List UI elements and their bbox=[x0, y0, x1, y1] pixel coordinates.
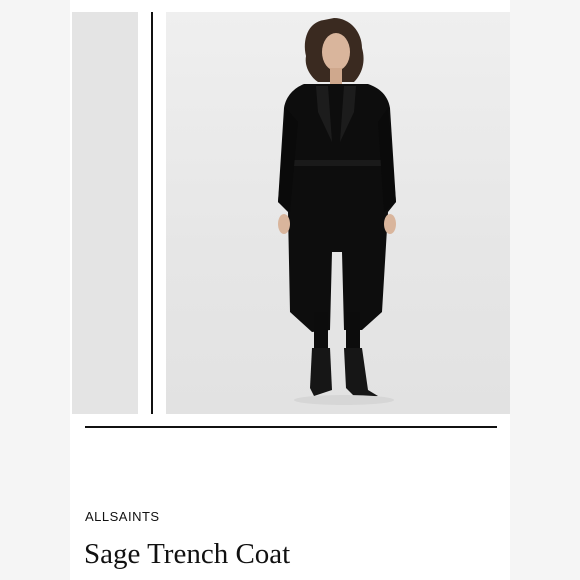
product-photo[interactable] bbox=[166, 12, 510, 414]
coat-belt bbox=[294, 160, 384, 166]
product-title[interactable]: Sage Trench Coat bbox=[84, 538, 290, 571]
model-hand-right bbox=[384, 214, 396, 234]
boot-left bbox=[310, 348, 332, 396]
model-face bbox=[322, 33, 350, 71]
floor-shadow bbox=[294, 395, 394, 405]
thumbnail-image-left[interactable] bbox=[72, 12, 138, 414]
model-illustration bbox=[278, 18, 396, 405]
side-panel-right bbox=[510, 0, 580, 580]
brand-name[interactable]: ALLSAINTS bbox=[85, 509, 160, 524]
model-neck bbox=[330, 68, 342, 84]
horizontal-divider bbox=[85, 426, 497, 428]
vertical-divider bbox=[151, 12, 153, 414]
model-hand-left bbox=[278, 214, 290, 234]
boot-right bbox=[344, 348, 378, 398]
side-panel-left bbox=[0, 0, 70, 580]
